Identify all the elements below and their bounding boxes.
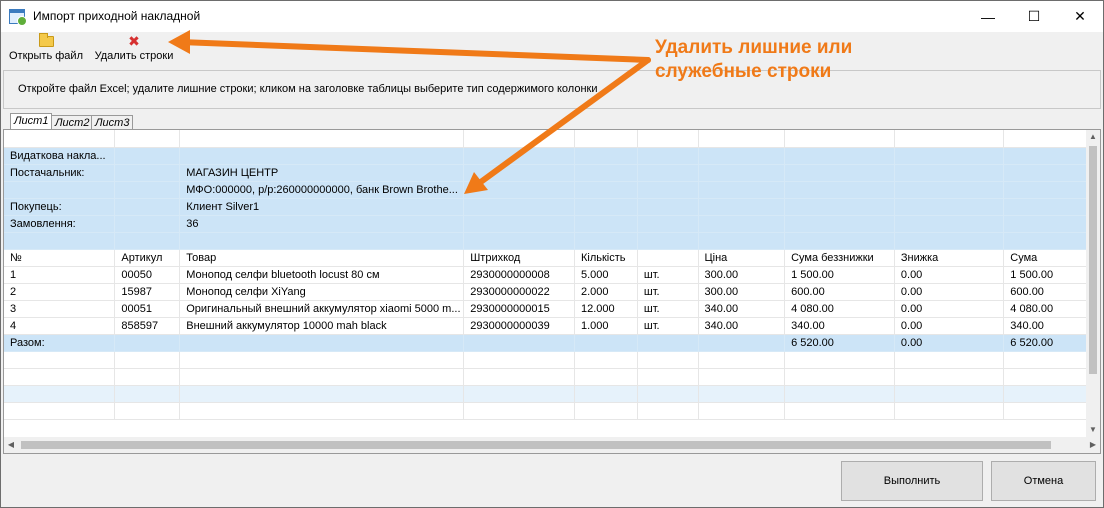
arrow-head-toolbar	[168, 30, 190, 54]
annotation-line1: Удалить лишние или	[655, 37, 853, 58]
annotation-callout: Удалить лишние или служебные строки	[655, 36, 852, 84]
arrow-to-toolbar	[177, 39, 651, 63]
arrow-to-grid	[475, 57, 651, 187]
annotation-line2: служебные строки	[655, 61, 832, 82]
annotation-arrows	[168, 30, 651, 194]
